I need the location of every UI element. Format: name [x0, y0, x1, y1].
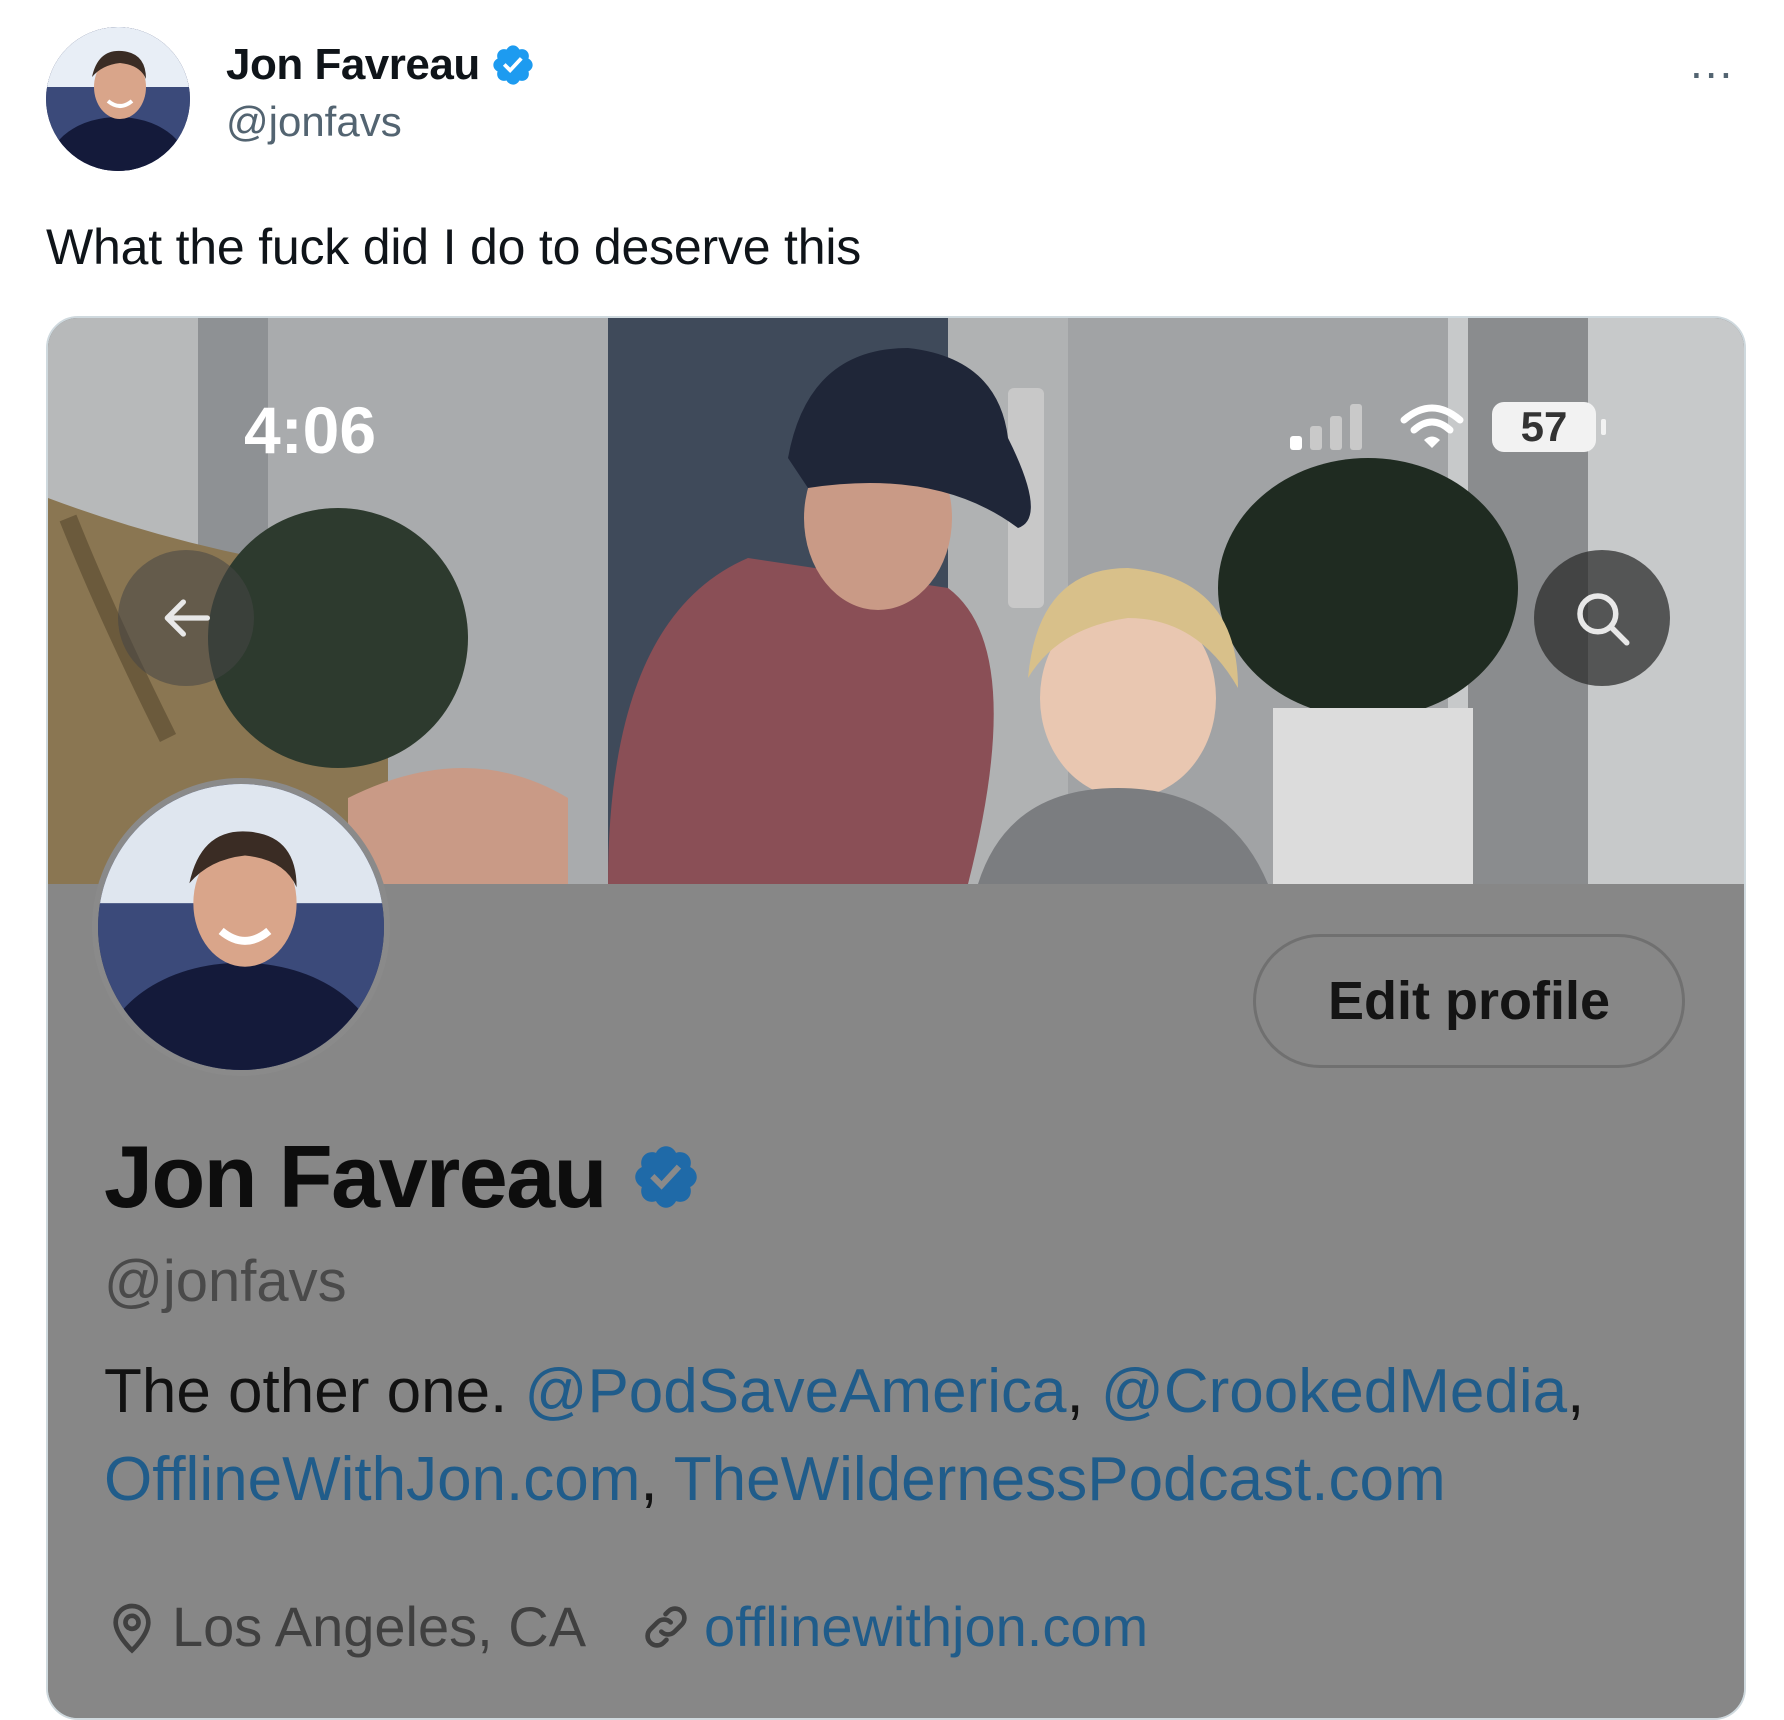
- verified-badge-icon[interactable]: [630, 1141, 702, 1213]
- author-name-line: Jon Favreau: [226, 40, 536, 90]
- back-button[interactable]: [118, 550, 254, 686]
- bio-separator: ,: [1567, 1357, 1585, 1426]
- author-name[interactable]: Jon Favreau: [226, 40, 480, 90]
- bio-link-wildernesspodcast[interactable]: TheWildernessPodcast.com: [674, 1445, 1446, 1514]
- profile-meta: Los Angeles, CA offlinewithjon.com: [104, 1594, 1148, 1659]
- profile-bio: The other one. @PodSaveAmerica, @Crooked…: [104, 1348, 1704, 1524]
- signal-icon: [1290, 404, 1362, 450]
- author-handle[interactable]: @jonfavs: [226, 98, 402, 146]
- status-time: 4:06: [244, 393, 377, 467]
- profile-location: Los Angeles, CA: [172, 1595, 587, 1658]
- bio-link-offlinewithjon[interactable]: OfflineWithJon.com: [104, 1445, 640, 1514]
- profile-handle: @jonfavs: [104, 1249, 347, 1314]
- profile-name-line: Jon Favreau: [104, 1126, 702, 1228]
- edit-profile-button[interactable]: Edit profile: [1253, 934, 1685, 1068]
- profile-website-link[interactable]: offlinewithjon.com: [704, 1594, 1148, 1659]
- search-icon: [1577, 593, 1630, 646]
- link-icon: [645, 1605, 687, 1648]
- profile-avatar[interactable]: [92, 778, 390, 1076]
- location-pin-icon: [113, 1603, 151, 1654]
- bio-link-crookedmedia[interactable]: @CrookedMedia: [1101, 1357, 1567, 1426]
- battery-indicator: 57: [1492, 402, 1606, 452]
- verified-badge-icon: [493, 45, 533, 85]
- tweet-text: What the fuck did I do to deserve this: [46, 219, 862, 275]
- search-button[interactable]: [1534, 550, 1670, 686]
- wifi-icon: [1400, 404, 1464, 448]
- status-icons: 57: [1288, 402, 1606, 452]
- more-icon[interactable]: ...: [1690, 39, 1734, 85]
- tweet-header: Jon Favreau @jonfavs ... What the fuck d…: [0, 0, 1784, 275]
- bio-separator: ,: [1066, 1357, 1101, 1426]
- bio-link-podsaveamerica[interactable]: @PodSaveAmerica: [525, 1357, 1067, 1426]
- back-arrow-icon: [164, 599, 210, 637]
- bio-text: The other one.: [104, 1357, 525, 1426]
- tweet-media[interactable]: 4:06 57 Edit profile Jon Favreau @jonfav…: [46, 316, 1746, 1720]
- bio-separator: ,: [640, 1445, 674, 1514]
- profile-name: Jon Favreau: [104, 1127, 607, 1226]
- author-avatar[interactable]: [46, 27, 190, 171]
